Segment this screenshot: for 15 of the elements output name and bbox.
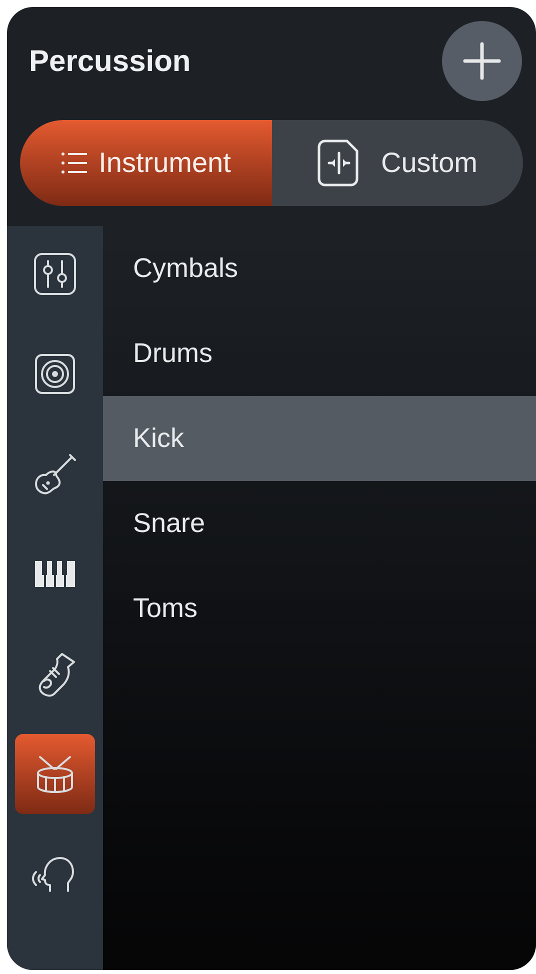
list-item[interactable]: Toms bbox=[103, 566, 536, 651]
list-item[interactable]: Snare bbox=[103, 481, 536, 566]
list-item[interactable]: Drums bbox=[103, 311, 536, 396]
plus-icon bbox=[462, 41, 502, 81]
panel-title: Percussion bbox=[29, 44, 191, 80]
file-icon bbox=[317, 139, 362, 187]
speaker-icon bbox=[32, 351, 78, 397]
list-icon bbox=[60, 151, 87, 175]
segment-tab[interactable]: Instrument bbox=[20, 120, 272, 206]
category-button[interactable] bbox=[15, 734, 95, 814]
segment-tab[interactable]: Custom bbox=[272, 120, 523, 206]
list-item[interactable]: Kick bbox=[103, 396, 536, 481]
guitar-icon bbox=[32, 451, 78, 497]
mixer-icon bbox=[32, 251, 78, 297]
list-item[interactable]: Cymbals bbox=[103, 226, 536, 311]
